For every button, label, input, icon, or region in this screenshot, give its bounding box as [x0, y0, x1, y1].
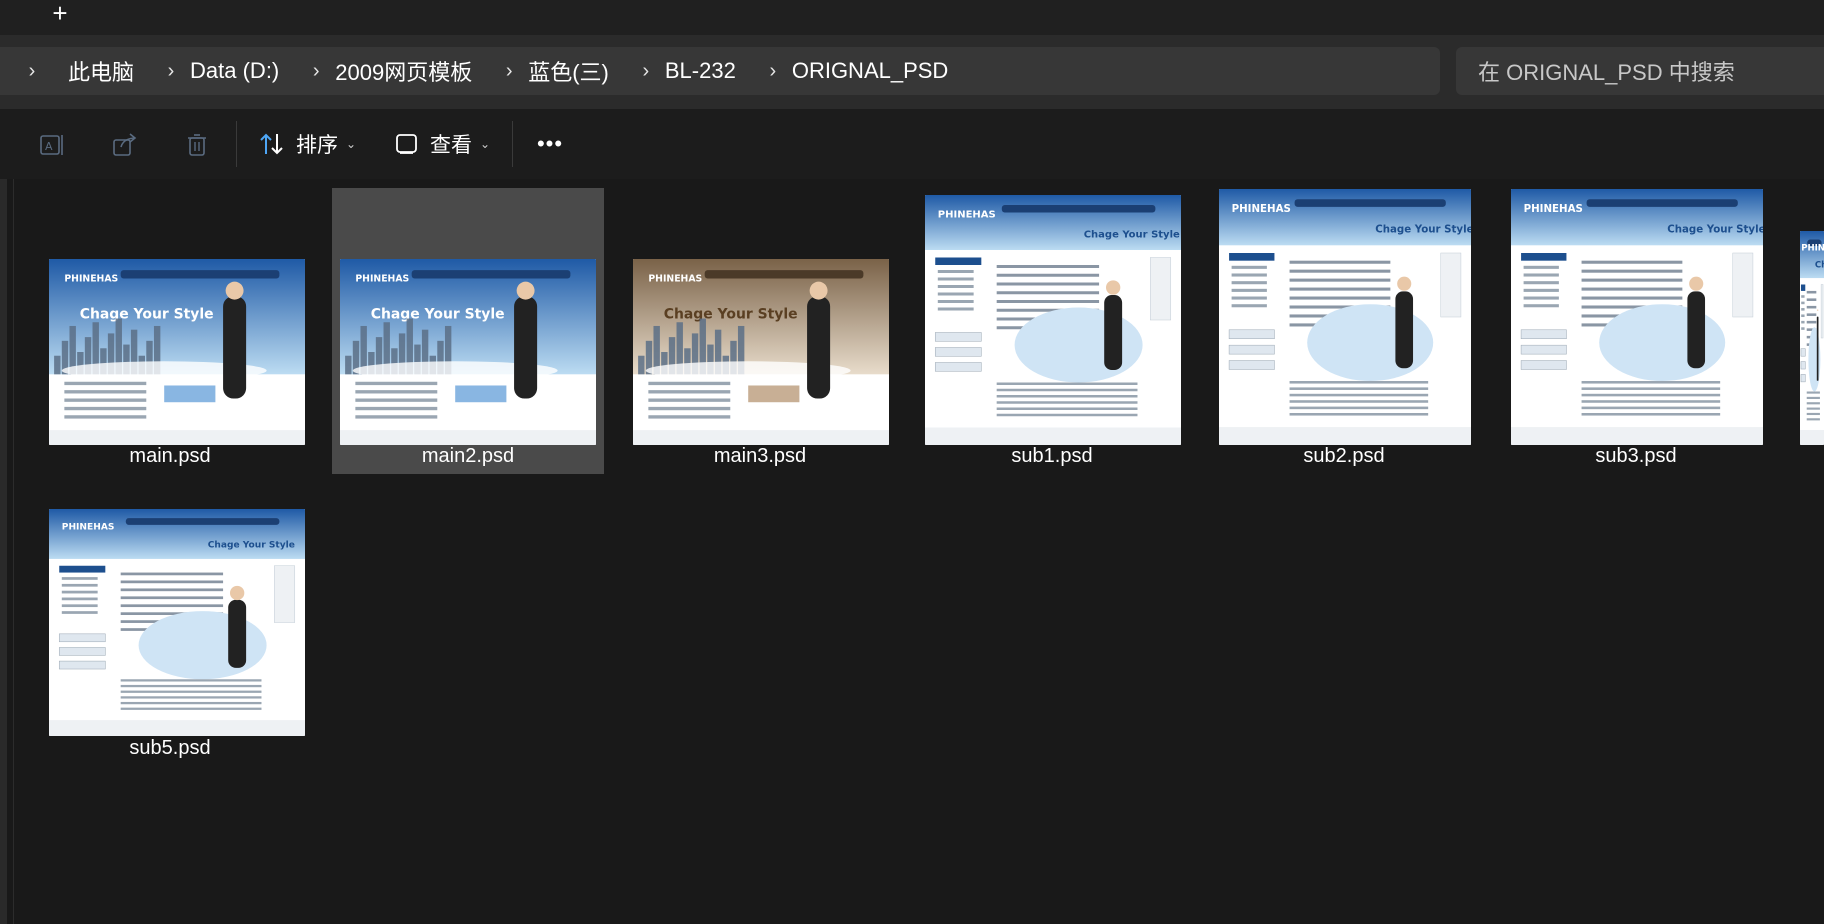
- thumbnail-slogan: Chage Your Style: [1667, 224, 1763, 236]
- thumbnail-slogan: Chage Your Style: [1084, 230, 1180, 241]
- psd-thumbnail-icon: PHINEHAS Chage Your Style: [340, 259, 596, 445]
- file-item-main[interactable]: PHINEHAS Chage Your Style main.psd: [34, 178, 306, 470]
- breadcrumb-item-orignal-psd[interactable]: ORIGNAL_PSD: [788, 58, 971, 84]
- file-name: main.psd: [129, 445, 211, 467]
- file-thumbnail: PHINEHAS Chage Your Style: [340, 259, 596, 445]
- thumbnail-logo: PHINEHAS: [648, 273, 702, 284]
- thumbnail-logo: PHINEHAS: [1801, 243, 1824, 253]
- file-name: main2.psd: [421, 445, 515, 467]
- psd-thumbnail-icon: PHINEHAS Chage Your Style: [49, 259, 305, 445]
- sort-button[interactable]: 排序 ⌄: [258, 125, 356, 163]
- thumbnail-slogan: Chage Your Style: [1375, 224, 1471, 236]
- more-options-button[interactable]: •••: [532, 129, 568, 159]
- file-grid: PHINEHAS Chage Your Style main.psd PHINEH…: [0, 179, 1824, 924]
- thumbnail-slogan: Chage Your Style: [664, 307, 798, 323]
- view-button[interactable]: 查看 ⌄: [394, 125, 490, 163]
- search-input[interactable]: 在 ORIGNAL_PSD 中搜索: [1456, 47, 1824, 95]
- psd-thumbnail-icon: PHINEHAS Chage Your Style: [49, 509, 305, 736]
- file-item-sub2[interactable]: PHINEHAS Chage Your Style sub2.psd: [1208, 178, 1480, 470]
- psd-thumbnail-icon: PHINEHAS Chage Your Style: [1800, 231, 1824, 445]
- share-icon[interactable]: [108, 128, 142, 162]
- svg-text:A: A: [45, 140, 53, 153]
- new-tab-button[interactable]: +: [42, 0, 78, 26]
- thumbnail-logo: PHINEHAS: [355, 273, 409, 284]
- file-item-sub3[interactable]: PHINEHAS Chage Your Style sub3.psd: [1500, 178, 1772, 470]
- file-item-main3[interactable]: PHINEHAS Chage Your Style main3.psd: [624, 178, 896, 470]
- breadcrumb-chevron-icon[interactable]: ›: [301, 60, 331, 83]
- breadcrumb-chevron-icon[interactable]: ›: [156, 60, 186, 83]
- view-label: 查看: [430, 134, 472, 157]
- chevron-down-icon: ⌄: [346, 137, 357, 151]
- breadcrumb-item-bl232[interactable]: BL-232: [661, 58, 758, 84]
- thumbnail-slogan: Chage Your Style: [80, 307, 214, 323]
- thumbnail-slogan: Chage Your Style: [371, 307, 505, 323]
- file-item-partial[interactable]: PHINEHAS Chage Your Style: [1800, 178, 1824, 470]
- file-name: sub3.psd: [1595, 445, 1677, 467]
- breadcrumb[interactable]: › 此电脑 › Data (D:) › 2009网页模板 › 蓝色(三) › B…: [0, 47, 1440, 95]
- thumbnail-logo: PHINEHAS: [938, 210, 996, 221]
- thumbnail-slogan: Chage Your Style: [208, 541, 295, 551]
- thumbnail-slogan: Chage Your Style: [1815, 260, 1824, 270]
- file-thumbnail: PHINEHAS Chage Your Style: [49, 259, 305, 445]
- file-thumbnail: PHINEHAS Chage Your Style: [1511, 189, 1763, 445]
- file-item-main2[interactable]: PHINEHAS Chage Your Style main2.psd: [332, 188, 604, 474]
- breadcrumb-chevron-icon[interactable]: ›: [631, 60, 661, 83]
- file-name: main3.psd: [713, 445, 807, 467]
- psd-thumbnail-icon: PHINEHAS Chage Your Style: [1219, 189, 1471, 445]
- file-name: sub5.psd: [129, 737, 211, 759]
- file-thumbnail: PHINEHAS Chage Your Style: [49, 509, 305, 736]
- pane-divider: [13, 179, 14, 924]
- file-thumbnail: PHINEHAS Chage Your Style: [1219, 189, 1471, 445]
- chevron-down-icon: ⌄: [480, 137, 491, 151]
- thumbnail-logo: PHINEHAS: [1232, 203, 1291, 215]
- breadcrumb-item-templates[interactable]: 2009网页模板: [331, 55, 494, 87]
- thumbnail-logo: PHINEHAS: [64, 273, 118, 284]
- psd-thumbnail-icon: PHINEHAS Chage Your Style: [633, 259, 889, 445]
- file-name: sub2.psd: [1303, 445, 1385, 467]
- command-bar: A 排序 ⌄ 查看 ⌄ •••: [0, 109, 1824, 180]
- toolbar-divider: [512, 121, 513, 167]
- breadcrumb-item-drive[interactable]: Data (D:): [186, 58, 301, 84]
- thumbnail-logo: PHINEHAS: [1524, 203, 1583, 215]
- view-icon: [396, 134, 417, 154]
- file-thumbnail: PHINEHAS Chage Your Style: [1800, 231, 1824, 445]
- file-item-sub1[interactable]: PHINEHAS Chage Your Style sub1.psd: [916, 178, 1188, 470]
- sort-icon: [260, 133, 283, 155]
- sort-label: 排序: [296, 134, 338, 157]
- psd-thumbnail-icon: PHINEHAS Chage Your Style: [1511, 189, 1763, 445]
- delete-icon[interactable]: [180, 128, 214, 162]
- breadcrumb-chevron-icon[interactable]: ›: [0, 60, 64, 83]
- file-name: sub1.psd: [1011, 445, 1093, 467]
- file-item-sub5[interactable]: PHINEHAS Chage Your Style sub5.psd: [34, 474, 306, 764]
- file-thumbnail: PHINEHAS Chage Your Style: [633, 259, 889, 445]
- rename-icon[interactable]: A: [35, 128, 69, 162]
- breadcrumb-item-this-pc[interactable]: 此电脑: [64, 55, 156, 87]
- file-thumbnail: PHINEHAS Chage Your Style: [925, 195, 1181, 445]
- psd-thumbnail-icon: PHINEHAS Chage Your Style: [925, 195, 1181, 445]
- breadcrumb-item-blue3[interactable]: 蓝色(三): [524, 55, 631, 87]
- navigation-pane-edge[interactable]: [0, 179, 7, 924]
- breadcrumb-chevron-icon[interactable]: ›: [758, 60, 788, 83]
- toolbar-divider: [236, 121, 237, 167]
- address-bar-row: › 此电脑 › Data (D:) › 2009网页模板 › 蓝色(三) › B…: [0, 35, 1824, 109]
- tab-strip: +: [0, 0, 1824, 35]
- thumbnail-logo: PHINEHAS: [62, 522, 115, 532]
- breadcrumb-chevron-icon[interactable]: ›: [494, 60, 524, 83]
